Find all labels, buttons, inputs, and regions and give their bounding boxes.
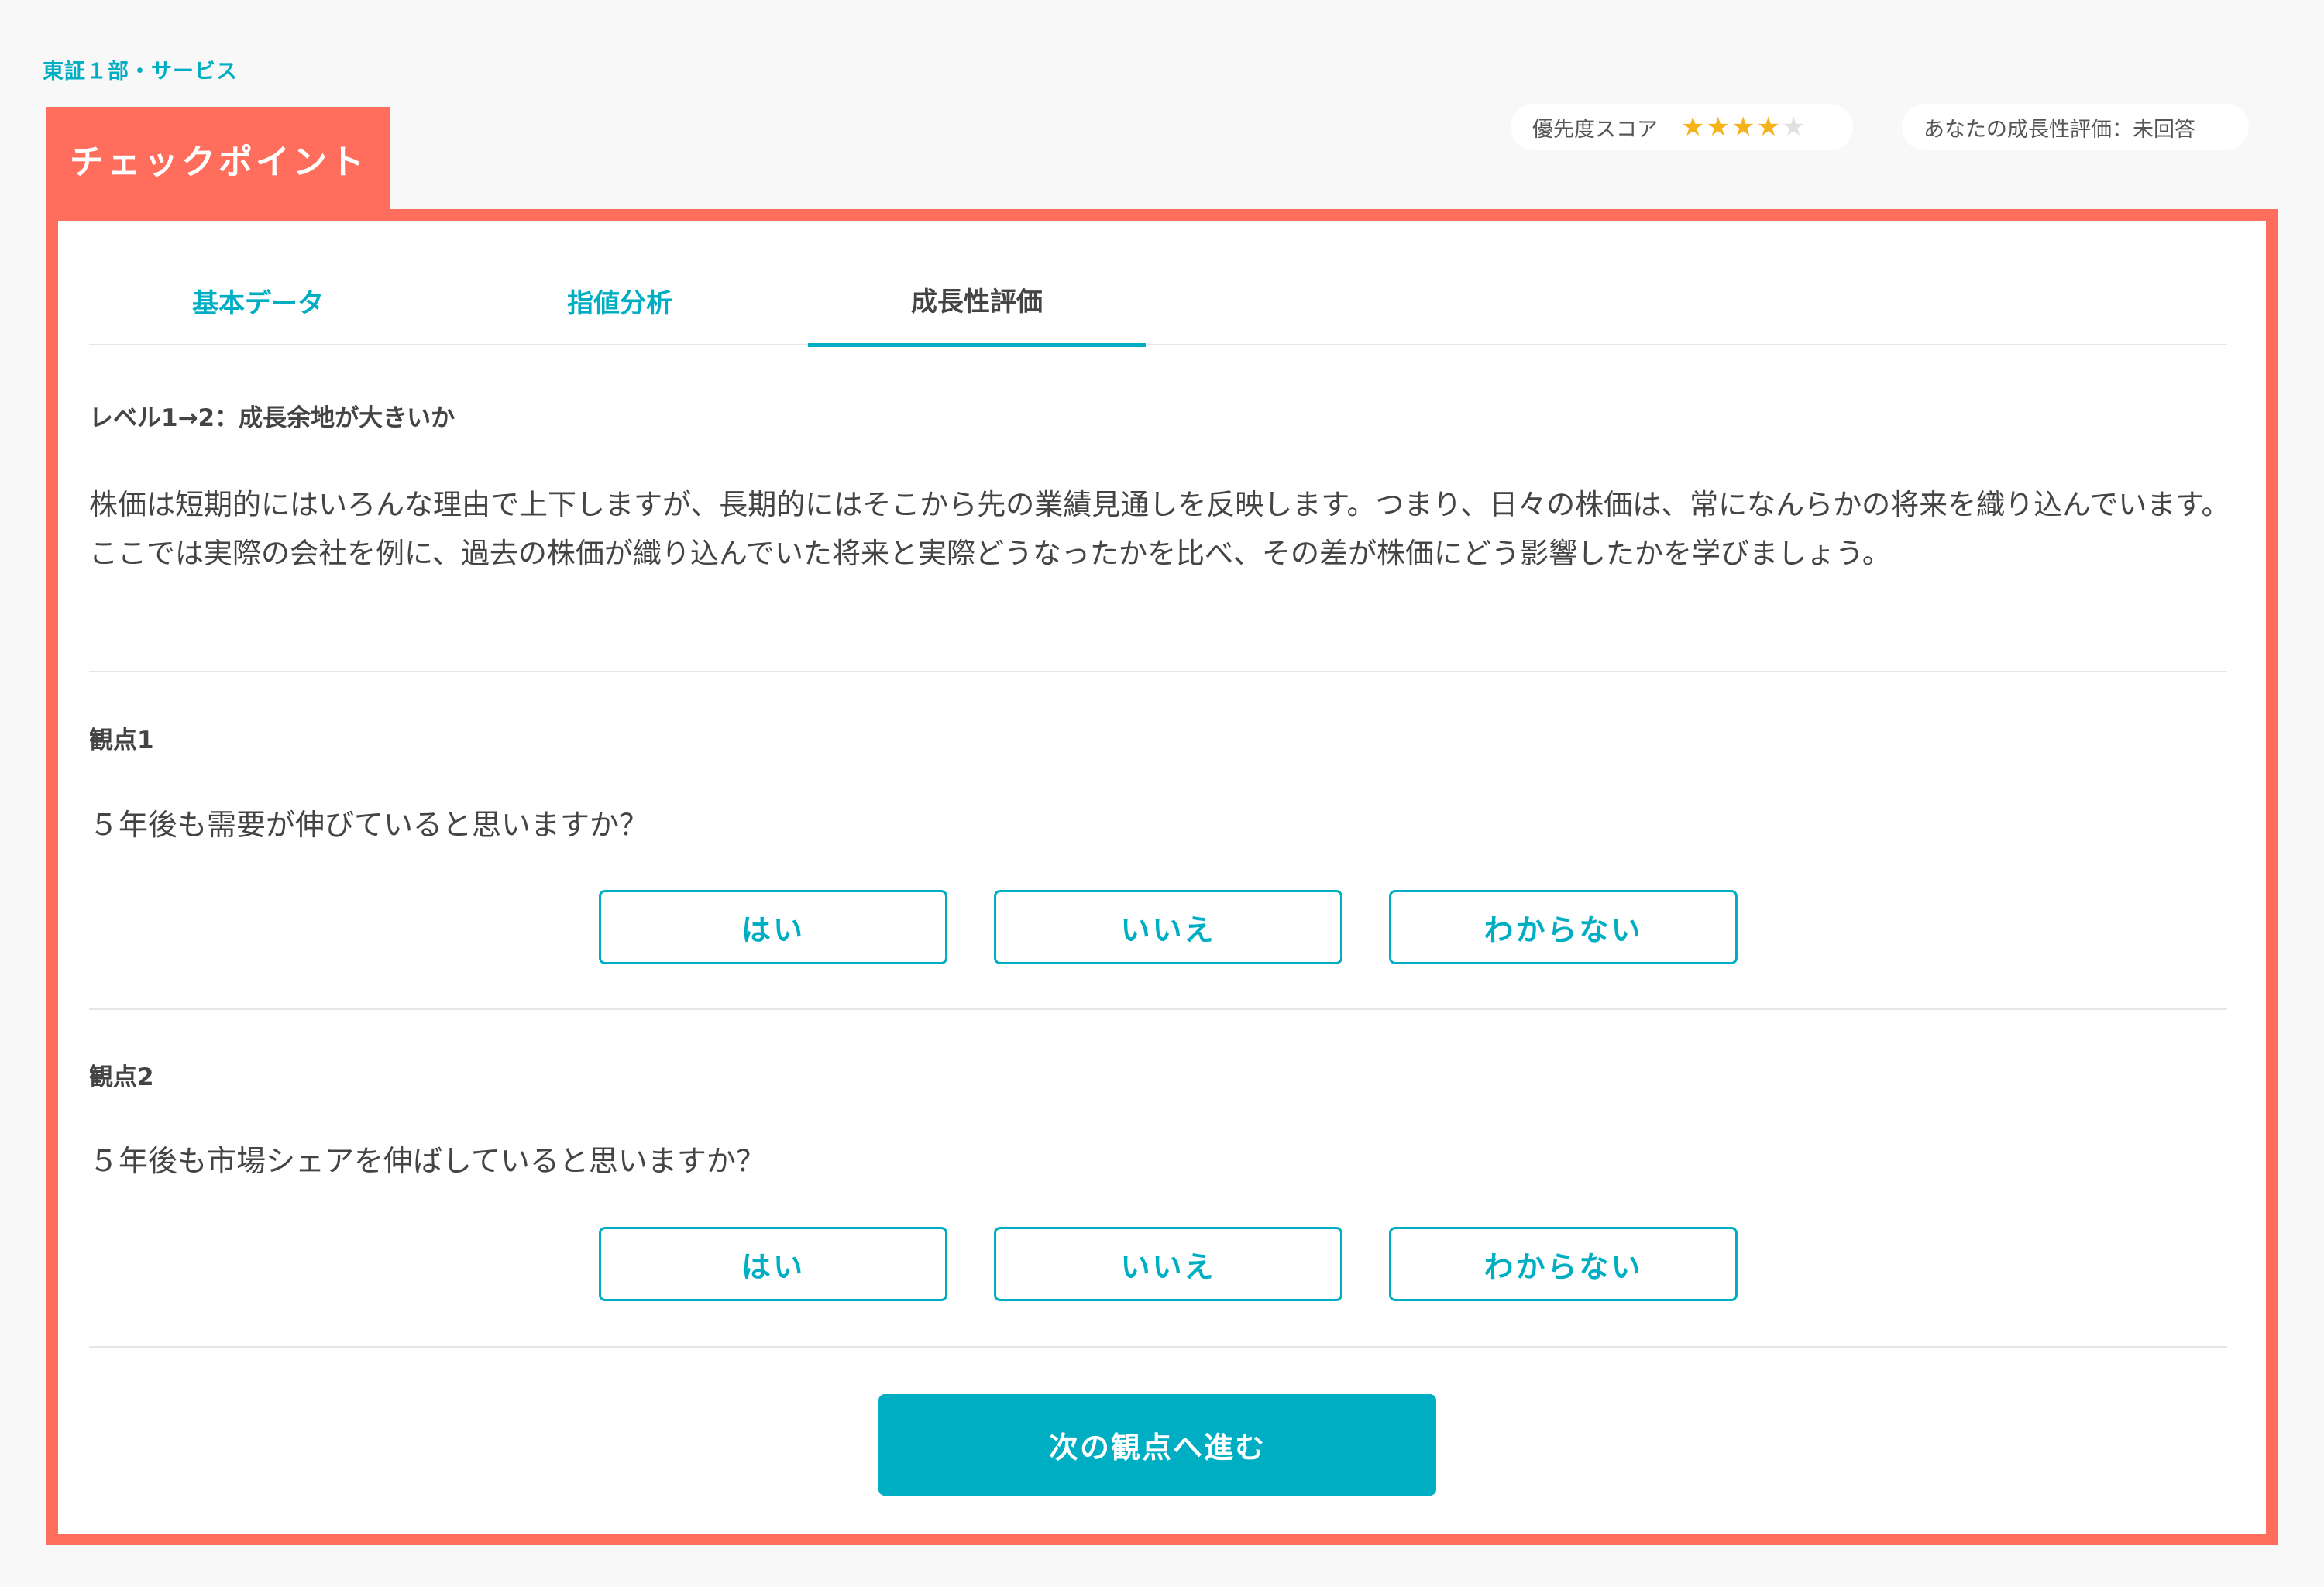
page: 東証１部・サービス チェックポイント 優先度スコア ★ ★ ★ ★ ★ あなたの… [0,0,2324,1587]
tab-limit-analysis[interactable]: 指値分析 [451,256,789,345]
intro-text: 株価は短期的にはいろんな理由で上下しますが、長期的にはそこから先の業績見通しを反… [89,480,2235,578]
viewpoint-1-no-button[interactable]: いいえ [994,890,1342,964]
viewpoint-1-label: 観点1 [89,727,154,754]
tab-bar: 基本データ 指値分析 成長性評価 [89,256,2227,347]
star-icon: ★ [1756,112,1780,143]
level-title: レベル1→2：成長余地が大きいか [89,404,456,432]
viewpoint-2-label: 観点2 [89,1063,154,1091]
divider [89,1008,2227,1010]
intro-line-1: 株価は短期的にはいろんな理由で上下しますが、長期的にはそこから先の業績見通しを反… [89,488,2230,521]
divider [89,1346,2227,1348]
star-icon: ★ [1731,112,1755,143]
market-label: 東証１部・サービス [43,60,238,84]
next-viewpoint-button[interactable]: 次の観点へ進む [878,1394,1436,1496]
viewpoint-2-question: ５年後も市場シェアを伸ばしていると思いますか？ [89,1144,765,1178]
growth-status-pill: あなたの成長性評価：未回答 [1902,104,2249,150]
priority-score-label: 優先度スコア [1532,117,1658,142]
tab-growth-evaluation[interactable]: 成長性評価 [808,256,1146,347]
viewpoint-2-yes-button[interactable]: はい [599,1227,947,1301]
viewpoint-1-yes-button[interactable]: はい [599,890,947,964]
growth-status-text: あなたの成長性評価：未回答 [1923,117,2195,142]
viewpoint-2-unknown-button[interactable]: わからない [1389,1227,1738,1301]
priority-stars: ★ ★ ★ ★ ★ [1681,114,1807,140]
star-icon: ★ [1681,112,1705,143]
intro-line-2: ここでは実際の会社を例に、過去の株価が織り込んでいた将来と実際どうなったかを比べ… [89,537,1891,570]
divider [89,671,2227,672]
viewpoint-2-no-button[interactable]: いいえ [994,1227,1342,1301]
star-icon: ★ [1706,112,1730,143]
viewpoint-1-unknown-button[interactable]: わからない [1389,890,1738,964]
tab-basic-data[interactable]: 基本データ [89,256,427,345]
checkpoint-title: チェックポイント [46,107,390,211]
priority-score-pill: 優先度スコア ★ ★ ★ ★ ★ [1511,104,1853,150]
star-icon: ★ [1781,112,1806,143]
viewpoint-1-question: ５年後も需要が伸びていると思いますか？ [89,808,649,842]
